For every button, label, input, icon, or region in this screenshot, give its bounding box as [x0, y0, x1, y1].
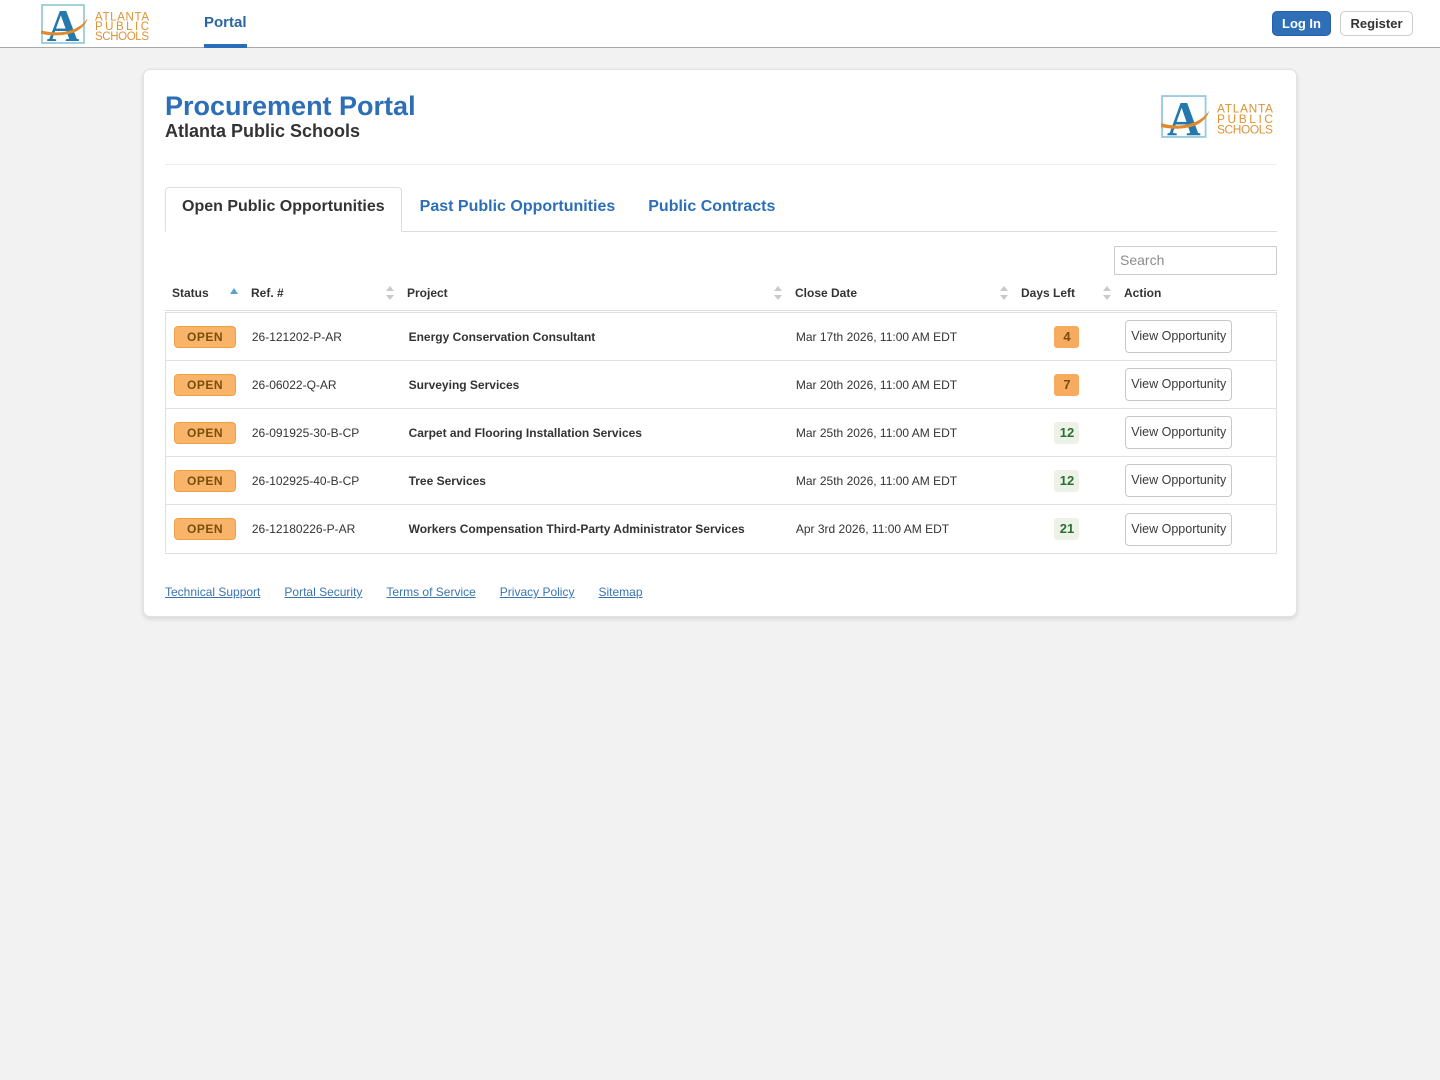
svg-text:A: A	[47, 4, 80, 44]
svg-text:SCHOOLS: SCHOOLS	[1217, 122, 1273, 136]
svg-text:A: A	[1167, 95, 1201, 138]
svg-text:SCHOOLS: SCHOOLS	[95, 31, 149, 43]
